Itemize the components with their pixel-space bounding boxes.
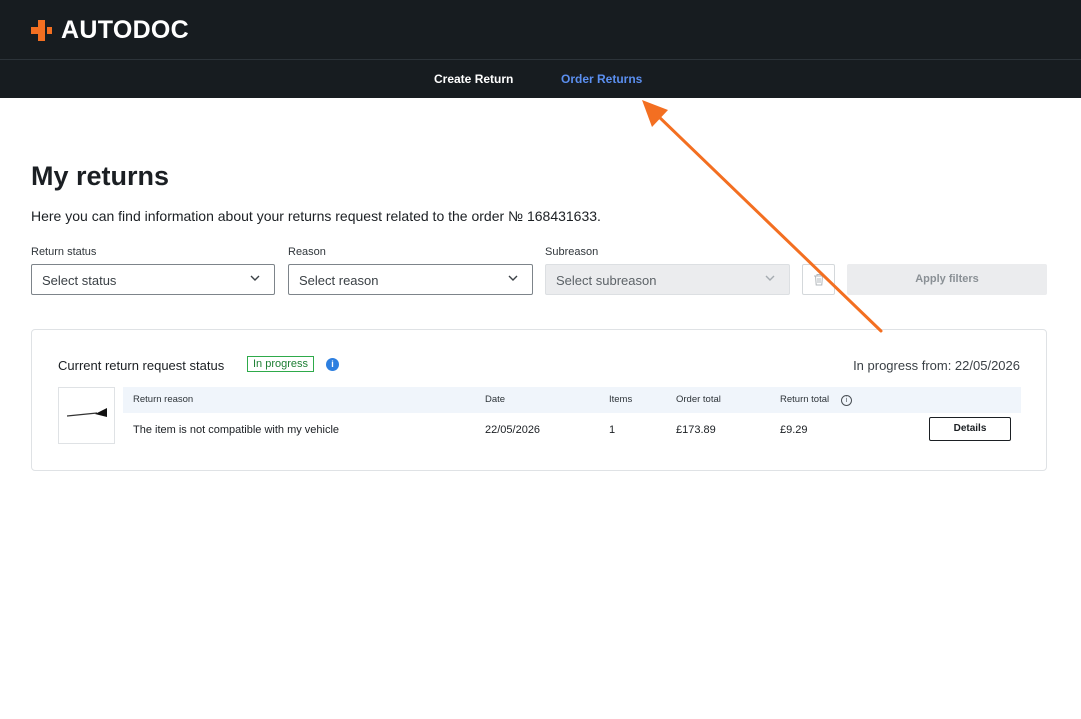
return-status-label: Return status — [31, 246, 97, 258]
wiper-arm-image — [67, 408, 107, 417]
nav-create-return[interactable]: Create Return — [434, 72, 513, 86]
progress-from-text: In progress from: 22/05/2026 — [853, 358, 1020, 373]
status-badge: In progress — [247, 356, 315, 372]
return-status-placeholder: Select status — [42, 273, 117, 288]
autodoc-logo[interactable]: AUTODOC — [31, 16, 189, 45]
returns-navbar: Create Return Order Returns — [0, 60, 1081, 98]
chevron-down-icon — [508, 275, 518, 281]
return-total-info-icon[interactable]: i — [841, 395, 852, 406]
request-status-title: Current return request status — [58, 358, 225, 373]
reason-placeholder: Select reason — [299, 273, 379, 288]
details-button[interactable]: Details — [929, 417, 1011, 441]
row-return-reason: The item is not compatible with my vehic… — [133, 424, 340, 436]
row-items: 1 — [609, 424, 616, 436]
nav-order-returns[interactable]: Order Returns — [561, 72, 642, 86]
subreason-placeholder: Select subreason — [556, 273, 657, 288]
page-title: My returns — [31, 161, 170, 191]
subreason-select: Select subreason — [545, 264, 790, 295]
trash-icon — [814, 274, 824, 286]
reason-label: Reason — [288, 246, 326, 258]
logo-plus-icon — [31, 20, 52, 41]
col-items: Items — [609, 394, 633, 405]
page-intro: Here you can find information about your… — [31, 208, 601, 224]
logo-text: AUTODOC — [61, 16, 190, 44]
subreason-label: Subreason — [545, 246, 599, 258]
return-status-select[interactable]: Select status — [31, 264, 275, 295]
top-header: AUTODOC — [0, 0, 1081, 60]
col-return-total: Return total — [780, 394, 830, 405]
return-request-card: Current return request status In progres… — [31, 329, 1047, 471]
col-order-total: Order total — [676, 394, 721, 405]
apply-filters-button[interactable]: Apply filters — [847, 264, 1047, 295]
reason-select[interactable]: Select reason — [288, 264, 533, 295]
col-return-reason: Return reason — [133, 394, 194, 405]
row-date: 22/05/2026 — [485, 424, 541, 436]
info-icon[interactable]: i — [326, 358, 339, 371]
chevron-down-icon — [765, 275, 775, 281]
row-order-total: £173.89 — [676, 424, 716, 436]
col-date: Date — [485, 394, 506, 405]
returns-table-header: Return reason Date Items Order total Ret… — [123, 387, 1021, 413]
chevron-down-icon — [250, 275, 260, 281]
clear-filters-button[interactable] — [802, 264, 835, 295]
row-return-total: £9.29 — [780, 424, 808, 436]
product-thumbnail — [58, 387, 115, 444]
